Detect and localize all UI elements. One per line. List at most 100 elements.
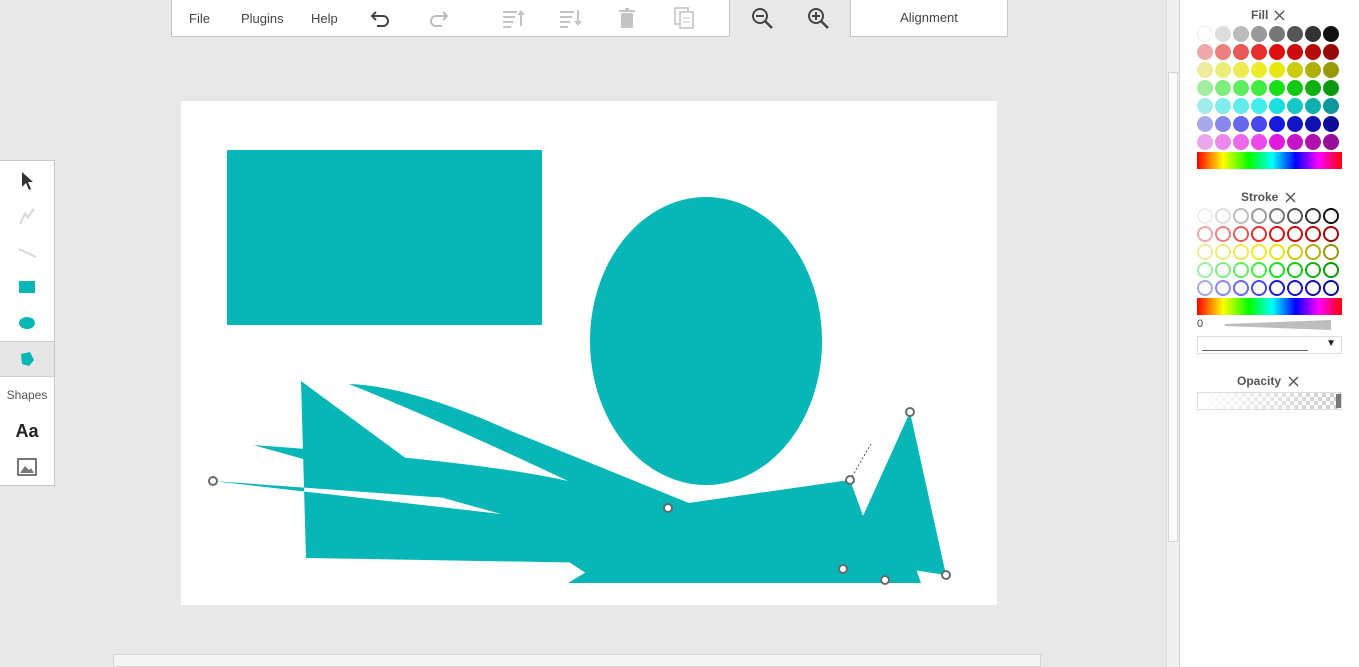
fill-swatch[interactable] [1269,44,1285,60]
fill-swatch[interactable] [1323,98,1339,114]
stroke-swatch[interactable] [1251,226,1267,242]
fill-swatch[interactable] [1197,116,1213,132]
stroke-swatch[interactable] [1305,280,1321,296]
fill-color-spectrum[interactable] [1197,152,1342,169]
control-point[interactable] [208,476,218,486]
zoom-in-icon[interactable] [806,6,830,30]
fill-swatch[interactable] [1287,80,1303,96]
fill-swatch[interactable] [1305,116,1321,132]
stroke-swatch[interactable] [1305,226,1321,242]
fill-swatch[interactable] [1269,116,1285,132]
control-point[interactable] [905,407,915,417]
control-point[interactable] [941,570,951,580]
rectangle-shape[interactable] [227,150,542,325]
fill-swatch[interactable] [1215,44,1231,60]
fill-swatch[interactable] [1233,26,1249,42]
stroke-swatch[interactable] [1323,226,1339,242]
stroke-swatch[interactable] [1233,262,1249,278]
alignment-button[interactable]: Alignment [850,0,1008,37]
control-point[interactable] [838,564,848,574]
stroke-swatch[interactable] [1323,208,1339,224]
fill-swatch[interactable] [1233,134,1249,150]
stroke-swatch[interactable] [1197,244,1213,260]
fill-swatch[interactable] [1233,116,1249,132]
fill-swatch[interactable] [1269,80,1285,96]
fill-swatch[interactable] [1305,44,1321,60]
fill-swatch[interactable] [1269,98,1285,114]
tool-rectangle[interactable] [0,269,54,305]
fill-swatch[interactable] [1251,134,1267,150]
stroke-swatch[interactable] [1197,280,1213,296]
stroke-swatch[interactable] [1251,244,1267,260]
stroke-close-icon[interactable] [1285,192,1296,203]
stroke-swatch[interactable] [1323,244,1339,260]
drawing-canvas[interactable] [181,101,997,605]
fill-swatch[interactable] [1287,116,1303,132]
stroke-swatch[interactable] [1287,226,1303,242]
fill-swatch[interactable] [1305,80,1321,96]
fill-swatch[interactable] [1197,98,1213,114]
stroke-swatch[interactable] [1287,208,1303,224]
fill-swatch[interactable] [1215,62,1231,78]
copy-icon[interactable] [672,6,696,30]
ellipse-shape[interactable] [590,197,822,485]
control-point[interactable] [845,475,855,485]
fill-swatch[interactable] [1251,44,1267,60]
fill-swatch[interactable] [1251,62,1267,78]
zoom-out-icon[interactable] [750,6,774,30]
stroke-swatch[interactable] [1269,280,1285,296]
stroke-swatch[interactable] [1287,262,1303,278]
fill-swatch[interactable] [1215,26,1231,42]
stroke-swatch[interactable] [1233,226,1249,242]
stroke-width-slider[interactable]: 0 [1197,318,1342,332]
stroke-color-spectrum[interactable] [1197,298,1342,315]
fill-swatch[interactable] [1251,80,1267,96]
fill-swatch[interactable] [1287,62,1303,78]
undo-icon[interactable] [369,6,393,30]
menu-help[interactable]: Help [311,11,338,26]
fill-swatch[interactable] [1251,26,1267,42]
stroke-swatch[interactable] [1305,262,1321,278]
fill-swatch[interactable] [1269,62,1285,78]
stroke-swatch[interactable] [1197,226,1213,242]
fill-swatch[interactable] [1215,80,1231,96]
tool-image[interactable] [0,449,54,485]
fill-swatch[interactable] [1215,98,1231,114]
tool-ellipse[interactable] [0,305,54,341]
stroke-swatch[interactable] [1215,262,1231,278]
fill-swatch[interactable] [1269,134,1285,150]
fill-swatch[interactable] [1305,134,1321,150]
fill-swatch[interactable] [1251,98,1267,114]
fill-swatch[interactable] [1233,62,1249,78]
fill-swatch[interactable] [1287,26,1303,42]
fill-swatch[interactable] [1323,26,1339,42]
stroke-swatch[interactable] [1215,226,1231,242]
fill-close-icon[interactable] [1274,10,1285,21]
stroke-swatch[interactable] [1215,244,1231,260]
stroke-swatch[interactable] [1215,280,1231,296]
stroke-swatch[interactable] [1251,280,1267,296]
tool-text[interactable]: Aa [0,413,54,449]
fill-swatch[interactable] [1323,80,1339,96]
stroke-swatch[interactable] [1287,280,1303,296]
opacity-handle[interactable] [1336,394,1341,408]
stroke-swatch[interactable] [1197,262,1213,278]
horizontal-scrollbar[interactable] [113,654,1041,667]
stroke-swatch[interactable] [1233,244,1249,260]
fill-swatch[interactable] [1233,80,1249,96]
redo-icon[interactable] [426,6,450,30]
fill-swatch[interactable] [1287,44,1303,60]
fill-swatch[interactable] [1233,98,1249,114]
vertical-scroll-thumb[interactable] [1168,72,1178,542]
fill-swatch[interactable] [1305,98,1321,114]
fill-swatch[interactable] [1323,134,1339,150]
move-back-icon[interactable] [501,6,525,30]
menu-plugins[interactable]: Plugins [241,11,284,26]
stroke-dash-select[interactable]: ▼ [1197,336,1342,354]
fill-swatch[interactable] [1305,62,1321,78]
stroke-swatch[interactable] [1305,208,1321,224]
fill-swatch[interactable] [1287,98,1303,114]
tool-polygon[interactable] [0,341,54,377]
fill-swatch[interactable] [1197,62,1213,78]
fill-swatch[interactable] [1251,116,1267,132]
